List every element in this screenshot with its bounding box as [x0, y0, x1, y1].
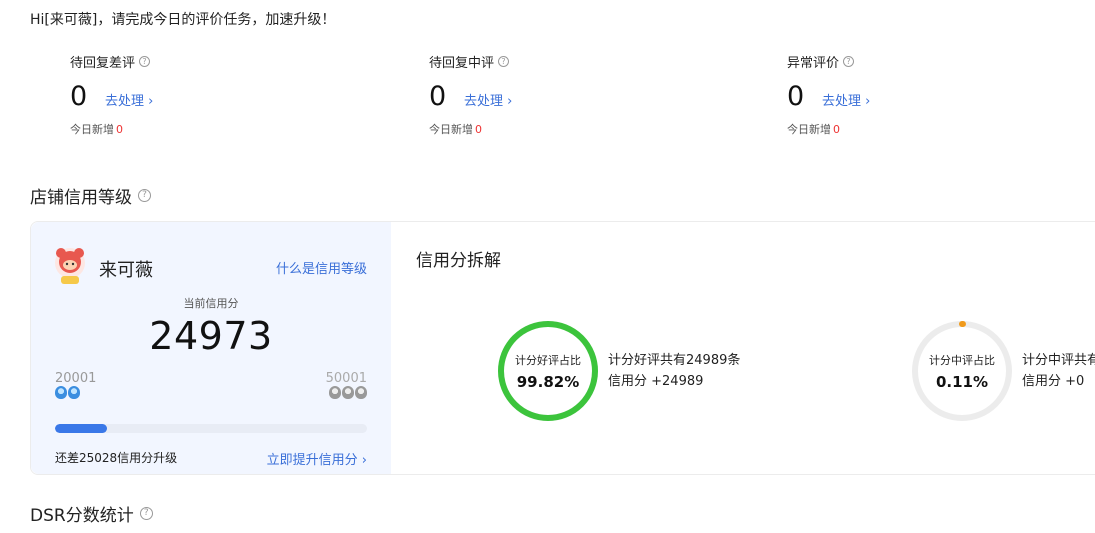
current-score-label: 当前信用分 [183, 297, 239, 310]
what-is-credit-link[interactable]: 什么是信用等级 [276, 258, 367, 277]
stat-value: 0 [429, 81, 447, 112]
stat-abnormal-reviews: 异常评价? 0 去处理 › 今日新增 0 [787, 52, 1087, 137]
ring-description: 计分好评共有24989条 信用分 +24989 [608, 353, 741, 389]
handle-link[interactable]: 去处理 › [105, 90, 153, 109]
stat-neutral-reviews: 待回复中评? 0 去处理 › 今日新增 0 [429, 52, 729, 137]
credit-progress-bar [55, 424, 367, 433]
stat-title: 异常评价 [787, 56, 840, 71]
breakdown-neutral: 计分中评占比 0.11% 计分中评共有 信用分 +0 [911, 320, 1095, 422]
shop-avatar-icon [55, 248, 85, 284]
breakdown-good: 计分好评占比 99.82% 计分好评共有24989条 信用分 +24989 [497, 320, 740, 422]
ring-chart-good: 计分好评占比 99.82% [497, 320, 599, 422]
crown-icon [342, 386, 354, 399]
ring-label: 计分好评占比 [515, 353, 581, 367]
upgrade-gap-text: 还差25028信用分升级 [55, 451, 178, 465]
level-max: 50001 [326, 371, 367, 399]
stat-title: 待回复中评 [429, 56, 495, 71]
section-title-credit: 店铺信用等级? [30, 183, 151, 208]
ring-value: 99.82% [516, 372, 580, 391]
handle-link[interactable]: 去处理 › [464, 90, 512, 109]
level-min: 20001 [55, 371, 96, 399]
chevron-right-icon: › [361, 453, 367, 468]
chevron-right-icon: › [865, 94, 871, 109]
crown-icon [55, 386, 67, 399]
ring-chart-neutral: 计分中评占比 0.11% [911, 320, 1013, 422]
crown-icons [326, 386, 367, 399]
stat-value: 0 [787, 81, 805, 112]
handle-link[interactable]: 去处理 › [822, 90, 870, 109]
current-score: 24973 [149, 314, 273, 358]
stat-bad-reviews: 待回复差评? 0 去处理 › 今日新增 0 [70, 52, 370, 137]
credit-panel: 来可薇 什么是信用等级 当前信用分 24973 20001 50001 还差25… [30, 221, 1095, 475]
help-icon[interactable]: ? [138, 189, 151, 202]
ring-label: 计分中评占比 [929, 353, 995, 367]
today-new: 今日新增 0 [70, 123, 123, 136]
crown-icon [355, 386, 367, 399]
ring-value: 0.11% [935, 372, 989, 391]
help-icon[interactable]: ? [139, 507, 153, 520]
stat-value: 0 [70, 81, 88, 112]
breakdown-title: 信用分拆解 [416, 251, 501, 271]
today-new: 今日新增 0 [429, 123, 482, 136]
stat-title: 待回复差评 [70, 56, 136, 71]
chevron-right-icon: › [507, 94, 513, 109]
credit-level-card: 来可薇 什么是信用等级 当前信用分 24973 20001 50001 还差25… [31, 222, 391, 474]
chevron-right-icon: › [148, 94, 154, 109]
shop-name: 来可薇 [99, 260, 153, 281]
section-title-dsr: DSR分数统计? [30, 501, 153, 526]
greeting: Hi[来可薇]，请完成今日的评价任务，加速升级！ [30, 12, 336, 28]
today-new: 今日新增 0 [787, 123, 840, 136]
help-icon[interactable]: ? [498, 56, 510, 67]
help-icon[interactable]: ? [139, 56, 151, 67]
crown-icons [55, 386, 96, 399]
credit-progress-fill [55, 424, 107, 433]
crown-icon [68, 386, 80, 399]
crown-icon [329, 386, 341, 399]
help-icon[interactable]: ? [843, 56, 855, 67]
ring-description: 计分中评共有 信用分 +0 [1022, 353, 1095, 389]
boost-credit-link[interactable]: 立即提升信用分 › [267, 449, 367, 468]
